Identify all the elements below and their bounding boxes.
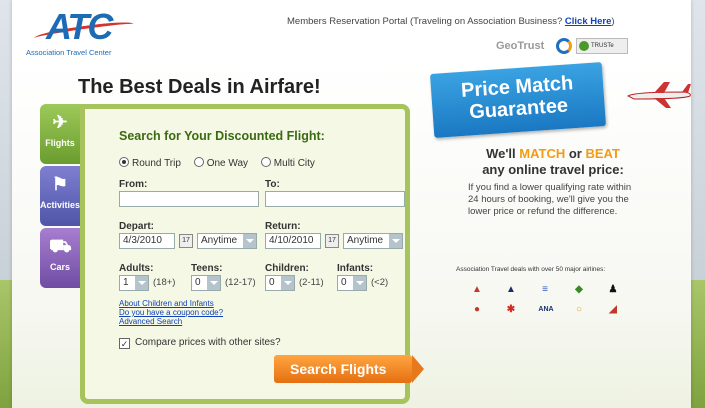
tab-flights[interactable]: ✈ Flights — [40, 104, 80, 164]
from-label: From: — [119, 179, 148, 190]
calendar-icon[interactable]: 17 — [179, 234, 193, 248]
depart-label: Depart: — [119, 221, 155, 232]
one-way-radio[interactable]: One Way — [193, 157, 248, 169]
tab-activities[interactable]: ⚑ Activities — [40, 166, 80, 226]
airline-logo-icon: ✱ — [506, 304, 516, 315]
tab-flights-label: Flights — [45, 138, 75, 148]
logo-text: ATC — [46, 6, 113, 47]
portal-notice: Members Reservation Portal (Traveling on… — [287, 16, 615, 27]
shield-icon — [556, 38, 572, 54]
page: ATC Association Travel Center Members Re… — [12, 0, 691, 408]
chevron-down-icon — [389, 234, 402, 248]
teens-select[interactable]: 0 — [191, 275, 221, 291]
search-links: About Children and Infants Do you have a… — [119, 299, 223, 326]
airlines-caption: Association Travel deals with over 50 ma… — [456, 266, 606, 273]
children-hint: (2-11) — [299, 277, 324, 288]
infants-select[interactable]: 0 — [337, 275, 367, 291]
adults-select[interactable]: 1 — [119, 275, 149, 291]
compare-prices[interactable]: ✓ Compare prices with other sites? — [119, 337, 281, 349]
flight-search-panel: Search for Your Discounted Flight: Round… — [80, 104, 424, 404]
tab-cars[interactable]: ⛟ Cars — [40, 228, 80, 288]
adults-hint: (18+) — [153, 277, 176, 288]
geotrust-badge[interactable]: GeoTrust — [496, 40, 544, 52]
advanced-search-link[interactable]: Advanced Search — [119, 317, 223, 326]
trust-badges: GeoTrust TRUSTe — [496, 38, 631, 56]
page-headline: The Best Deals in Airfare! — [78, 76, 321, 98]
children-infants-link[interactable]: About Children and Infants — [119, 299, 223, 308]
airline-logo-icon: ▲ — [472, 284, 482, 295]
airline-logo-icon: ▲ — [506, 284, 516, 295]
compare-label: Compare prices with other sites? — [135, 337, 281, 348]
trip-type-group: Round Trip One Way Multi City — [119, 157, 325, 169]
search-title: Search for Your Discounted Flight: — [119, 129, 325, 143]
teens-hint: (12-17) — [225, 277, 256, 288]
airline-logo-icon: ◢ — [609, 304, 617, 315]
infants-label: Infants: — [337, 263, 374, 274]
return-time-select[interactable]: Anytime — [343, 233, 403, 249]
infants-hint: (<2) — [371, 277, 389, 288]
portal-close: ) — [611, 16, 615, 27]
tab-activities-label: Activities — [40, 200, 81, 210]
to-label: To: — [265, 179, 280, 190]
price-match-banner: Price Match Guarantee — [429, 62, 607, 138]
truste-badge[interactable]: TRUSTe — [576, 38, 628, 54]
coupon-code-link[interactable]: Do you have a coupon code? — [119, 308, 223, 317]
airline-logo-icon: ≡ — [542, 284, 548, 295]
airline-logos: ▲ ▲ ≡ ◆ ♟ ● ✱ ANA ○ ◢ — [470, 282, 630, 322]
adults-label: Adults: — [119, 263, 154, 274]
airline-logo-icon: ANA — [538, 306, 554, 313]
airline-logo-icon: ◆ — [575, 284, 583, 295]
compare-checkbox[interactable]: ✓ — [119, 338, 130, 349]
airline-logo-icon: ● — [473, 304, 481, 315]
calendar-icon[interactable]: 17 — [325, 234, 339, 248]
atc-logo[interactable]: ATC Association Travel Center — [26, 6, 146, 57]
to-input[interactable] — [265, 191, 405, 207]
from-input[interactable] — [119, 191, 259, 207]
car-icon: ⛟ — [49, 236, 72, 256]
airline-logo-icon: ○ — [575, 304, 583, 315]
click-here-link[interactable]: Click Here — [565, 16, 611, 27]
hikers-icon: ⚑ — [51, 174, 69, 194]
depart-time-select[interactable]: Anytime — [197, 233, 257, 249]
airline-logo-icon: ♟ — [608, 284, 618, 295]
round-trip-radio[interactable]: Round Trip — [119, 157, 181, 169]
plane-icon: ✈ — [52, 112, 68, 132]
multi-city-radio[interactable]: Multi City — [260, 157, 315, 169]
price-match-heading: We'll MATCH or BEAT any online travel pri… — [482, 146, 624, 177]
logo-tagline: Association Travel Center — [26, 48, 112, 57]
price-match-info: We'll MATCH or BEAT any online travel pri… — [462, 146, 644, 218]
portal-text: Members Reservation Portal (Traveling on… — [287, 16, 563, 27]
children-select[interactable]: 0 — [265, 275, 295, 291]
tab-cars-label: Cars — [49, 262, 70, 272]
chevron-down-icon — [243, 234, 256, 248]
depart-date-input[interactable]: 4/3/2010 — [119, 233, 175, 249]
airplane-icon — [627, 82, 691, 108]
teens-label: Teens: — [191, 263, 223, 274]
search-flights-button[interactable]: Search Flights — [274, 355, 424, 383]
return-date-input[interactable]: 4/10/2010 — [265, 233, 321, 249]
price-match-body: If you find a lower qualifying rate with… — [468, 182, 632, 217]
return-label: Return: — [265, 221, 301, 232]
children-label: Children: — [265, 263, 309, 274]
